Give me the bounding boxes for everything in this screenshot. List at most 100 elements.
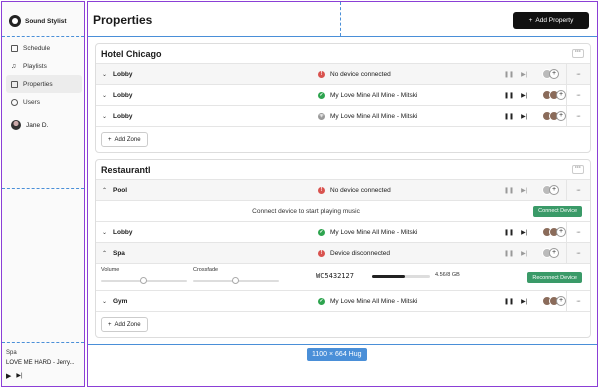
pause-icon[interactable]: ❚❚ [504, 187, 514, 194]
zone-users[interactable]: + [542, 248, 559, 258]
volume-slider[interactable] [101, 277, 187, 284]
brand-name: Sound Stylist [25, 17, 67, 25]
crossfade-slider[interactable] [193, 277, 279, 284]
more-options-icon[interactable]: ··· [576, 71, 581, 78]
add-property-button[interactable]: + Add Property [513, 12, 589, 29]
sidebar-item-properties[interactable]: Properties [6, 75, 82, 93]
skip-icon[interactable]: ▶| [521, 229, 527, 236]
skip-icon[interactable]: ▶| [16, 372, 22, 380]
crossfade-label: Crossfade [193, 267, 219, 273]
wifi-icon: ᯤ [318, 112, 325, 120]
zone-status: My Love Mine All Mine - Mitski [330, 91, 418, 99]
app-frame: Sound Stylist Schedule ♫ Playlists Prope… [0, 0, 600, 389]
chevron-down-icon[interactable]: ⌄ [102, 298, 107, 305]
play-icon[interactable]: ▶ [6, 372, 11, 380]
chevron-up-icon[interactable]: ⌃ [102, 187, 107, 194]
zone-status: No device connected [330, 70, 391, 78]
zone-name: Pool [113, 186, 128, 194]
zone-users[interactable]: + [542, 227, 566, 237]
add-user-icon[interactable]: + [549, 69, 559, 79]
more-options-button[interactable]: ··· [572, 49, 584, 58]
pause-icon[interactable]: ❚❚ [504, 229, 514, 236]
pause-icon[interactable]: ❚❚ [504, 113, 514, 120]
plus-icon: + [108, 321, 112, 328]
zone-name: Lobby [113, 91, 133, 99]
add-user-icon[interactable]: + [556, 90, 566, 100]
zone-users[interactable]: + [542, 296, 566, 306]
connect-device-button[interactable]: Connect Device [533, 205, 582, 217]
more-options-button[interactable]: ··· [572, 165, 584, 174]
avatar [11, 120, 21, 130]
add-user-icon[interactable]: + [556, 296, 566, 306]
player-track: LOVE ME HARD - Jerry... [6, 360, 75, 366]
skip-icon[interactable]: ▶| [521, 187, 527, 194]
zone-name: Lobby [113, 228, 133, 236]
skip-icon[interactable]: ▶| [521, 298, 527, 305]
more-options-icon[interactable]: ··· [576, 229, 581, 236]
storage-text: 4.56/8 GB [435, 272, 460, 278]
sidebar-item-playlists[interactable]: ♫ Playlists [6, 57, 82, 75]
pause-icon[interactable]: ❚❚ [504, 92, 514, 99]
guide-line [340, 2, 341, 36]
zone-row[interactable]: ⌃ Pool ! No device connected ❚❚ ▶| + ··· [96, 179, 590, 200]
zone-row[interactable]: ⌄ Lobby ✓ My Love Mine All Mine - Mitski … [96, 84, 590, 105]
sidebar-item-label: Properties [23, 80, 53, 88]
check-icon: ✓ [318, 297, 325, 305]
user-profile[interactable]: Jane D. [11, 120, 48, 130]
add-user-icon[interactable]: + [549, 185, 559, 195]
zone-status: My Love Mine All Mine - Mitski [330, 297, 418, 305]
skip-icon[interactable]: ▶| [521, 250, 527, 257]
plus-icon: + [528, 17, 533, 24]
zone-row[interactable]: ⌄ Gym ✓ My Love Mine All Mine - Mitski ❚❚… [96, 290, 590, 311]
guide-line [2, 36, 84, 37]
slider-handle[interactable] [140, 277, 147, 284]
chevron-down-icon[interactable]: ⌄ [102, 92, 107, 99]
more-options-icon[interactable]: ··· [576, 298, 581, 305]
zone-row[interactable]: ⌃ Spa ! Device disconnected ❚❚ ▶| + ··· [96, 242, 590, 263]
sidebar-item-label: Schedule [23, 44, 51, 52]
page-title: Properties [93, 13, 153, 27]
brand[interactable]: Sound Stylist [9, 15, 67, 27]
zone-row[interactable]: ⌄ Lobby ✓ My Love Mine All Mine - Mitski … [96, 221, 590, 242]
zone-row[interactable]: ⌄ Lobby ᯤ My Love Mine All Mine - Mitski … [96, 105, 590, 126]
add-zone-button[interactable]: + Add Zone [101, 317, 148, 332]
sidebar-item-users[interactable]: Users [6, 93, 82, 111]
zone-users[interactable]: + [542, 69, 559, 79]
calendar-icon [11, 44, 18, 52]
zone-row[interactable]: ⌄ Lobby ! No device connected ❚❚ ▶| + ··· [96, 63, 590, 84]
skip-icon[interactable]: ▶| [521, 113, 527, 120]
slider-handle[interactable] [232, 277, 239, 284]
more-options-icon[interactable]: ··· [576, 187, 581, 194]
chevron-up-icon[interactable]: ⌃ [102, 250, 107, 257]
add-user-icon[interactable]: + [556, 111, 566, 121]
error-icon: ! [318, 186, 325, 194]
zone-users[interactable]: + [542, 90, 566, 100]
chevron-down-icon[interactable]: ⌄ [102, 113, 107, 120]
more-options-icon[interactable]: ··· [576, 92, 581, 99]
reconnect-device-button[interactable]: Reconnect Device [527, 272, 582, 283]
zone-users[interactable]: + [542, 185, 559, 195]
main-panel: Properties + Add Property Hotel Chicago … [87, 1, 598, 387]
check-icon: ✓ [318, 91, 325, 99]
chevron-down-icon[interactable]: ⌄ [102, 71, 107, 78]
sidebar-item-label: Users [23, 98, 40, 106]
pause-icon[interactable]: ❚❚ [504, 298, 514, 305]
zone-name: Spa [113, 249, 125, 257]
skip-icon[interactable]: ▶| [521, 71, 527, 78]
guide-line [88, 344, 597, 345]
pause-icon[interactable]: ❚❚ [504, 71, 514, 78]
users-icon [11, 98, 18, 106]
add-zone-button[interactable]: + Add Zone [101, 132, 148, 147]
more-options-icon[interactable]: ··· [576, 250, 581, 257]
building-icon [11, 80, 18, 88]
skip-icon[interactable]: ▶| [521, 92, 527, 99]
chevron-down-icon[interactable]: ⌄ [102, 229, 107, 236]
zone-name: Lobby [113, 112, 133, 120]
pause-icon[interactable]: ❚❚ [504, 250, 514, 257]
zone-users[interactable]: + [542, 111, 566, 121]
sidebar-item-schedule[interactable]: Schedule [6, 39, 82, 57]
add-user-icon[interactable]: + [556, 227, 566, 237]
add-user-icon[interactable]: + [549, 248, 559, 258]
more-options-icon[interactable]: ··· [576, 113, 581, 120]
zone-status: No device connected [330, 186, 391, 194]
